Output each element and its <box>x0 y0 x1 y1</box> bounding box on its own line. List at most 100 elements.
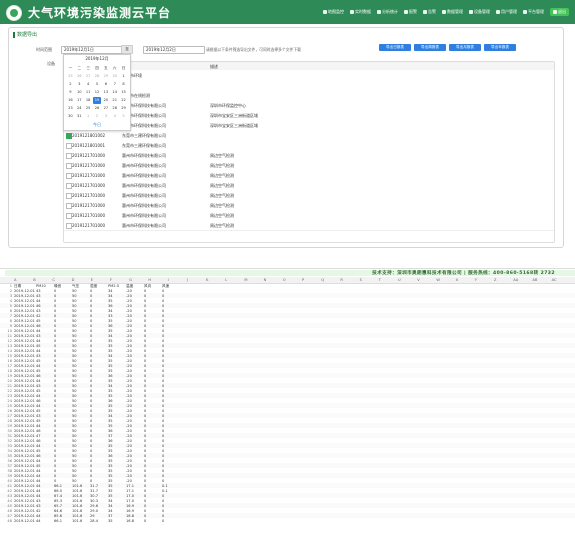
sheet-cell[interactable]: 0 <box>162 384 164 388</box>
calendar-today-button[interactable]: 今日 <box>64 122 130 128</box>
sheet-cell[interactable]: 0 <box>162 504 164 508</box>
sheet-cell[interactable]: 35 <box>108 449 113 453</box>
sheet-cell[interactable]: 2019-12-01 <box>14 469 35 473</box>
sheet-cell[interactable]: 44 <box>36 469 41 473</box>
sheet-cell[interactable]: 35 <box>108 479 113 483</box>
sheet-cell[interactable]: 0 <box>90 349 92 353</box>
sheet-cell[interactable]: 2019-12-01 <box>14 324 35 328</box>
sheet-cell[interactable]: 50 <box>72 389 77 393</box>
sheet-cell[interactable]: -20 <box>126 324 132 328</box>
sheet-cell[interactable]: 0 <box>54 359 56 363</box>
sheet-cell[interactable]: 35 <box>108 299 113 303</box>
sheet-cell[interactable]: 2019-12-01 <box>14 494 35 498</box>
sheet-cell[interactable]: 44 <box>36 339 41 343</box>
sheet-cell[interactable]: 0 <box>162 424 164 428</box>
sheet-cell[interactable]: 0 <box>162 339 164 343</box>
sheet-cell[interactable]: 0 <box>162 469 164 473</box>
sheet-cell[interactable]: 0 <box>54 354 56 358</box>
column-letter[interactable]: G <box>129 278 132 282</box>
calendar-day[interactable]: 22 <box>119 97 128 104</box>
sheet-cell[interactable]: 33 <box>108 314 113 318</box>
sheet-cell[interactable]: 50 <box>72 309 77 313</box>
calendar-day[interactable]: 29 <box>101 73 110 80</box>
date-from-input[interactable]: 2019年12月1日 <box>61 46 123 54</box>
sheet-cell[interactable]: 50 <box>72 359 77 363</box>
sheet-cell[interactable]: 45 <box>36 419 41 423</box>
column-letter[interactable]: J <box>187 278 188 282</box>
sheet-cell[interactable]: 0 <box>54 444 56 448</box>
sheet-cell[interactable]: 0 <box>144 399 146 403</box>
sheet-cell[interactable]: 50 <box>72 349 77 353</box>
sheet-cell[interactable]: 66.1 <box>54 519 62 523</box>
sheet-cell[interactable]: 17.1 <box>126 484 134 488</box>
sheet-cell[interactable]: 0 <box>90 334 92 338</box>
sheet-cell[interactable]: 0 <box>162 359 164 363</box>
column-letter[interactable]: P <box>302 278 304 282</box>
sheet-cell[interactable]: 35 <box>108 474 113 478</box>
sheet-cell[interactable]: 0 <box>90 389 92 393</box>
sheet-cell[interactable]: 50 <box>72 354 77 358</box>
sheet-cell[interactable]: 0 <box>54 294 56 298</box>
sheet-cell[interactable]: 35 <box>108 359 113 363</box>
sheet-cell[interactable]: 0 <box>162 349 164 353</box>
calendar-day[interactable]: 9 <box>66 89 75 96</box>
sheet-cell[interactable]: 44 <box>36 494 41 498</box>
sheet-cell[interactable]: 50 <box>72 339 77 343</box>
sheet-cell[interactable]: -20 <box>126 309 132 313</box>
sheet-cell[interactable]: 0 <box>54 374 56 378</box>
sheet-cell[interactable]: -20 <box>126 434 132 438</box>
sheet-cell[interactable]: -20 <box>126 359 132 363</box>
sheet-cell[interactable]: -20 <box>126 474 132 478</box>
column-letter[interactable]: D <box>72 278 75 282</box>
sheet-cell[interactable]: 0 <box>54 464 56 468</box>
sheet-cell[interactable]: 50 <box>72 304 77 308</box>
sheet-cell[interactable]: 35 <box>108 389 113 393</box>
calendar-day[interactable]: 27 <box>101 105 110 112</box>
sheet-cell[interactable]: 0 <box>162 419 164 423</box>
sheet-cell[interactable]: 2019-12-01 <box>14 349 35 353</box>
sheet-cell[interactable]: 44 <box>36 519 41 523</box>
sheet-cell[interactable]: -20 <box>126 364 132 368</box>
column-letter[interactable]: Y <box>475 278 477 282</box>
sheet-cell[interactable]: 0 <box>162 354 164 358</box>
sheet-cell[interactable]: 44 <box>36 489 41 493</box>
column-letter[interactable]: O <box>283 278 286 282</box>
sheet-cell[interactable]: 44 <box>36 424 41 428</box>
nav-item-3[interactable]: 报警 <box>404 8 417 16</box>
sheet-cell[interactable]: 0 <box>144 509 146 513</box>
device-row[interactable]: 2019121701000 惠州市环保科技有限公司 周边空气检测 <box>64 220 554 231</box>
sheet-cell[interactable]: 2019-12-01 <box>14 359 35 363</box>
nav-item-5[interactable]: 数据管理 <box>442 8 463 16</box>
sheet-cell[interactable]: 0 <box>162 369 164 373</box>
sheet-cell[interactable]: 50 <box>72 469 77 473</box>
sheet-cell[interactable]: 0 <box>90 344 92 348</box>
sheet-cell[interactable]: -20 <box>126 454 132 458</box>
sheet-cell[interactable]: 0 <box>90 459 92 463</box>
sheet-cell[interactable]: 101.6 <box>72 489 82 493</box>
sheet-cell[interactable]: -20 <box>126 354 132 358</box>
calendar-day[interactable]: 21 <box>110 97 119 104</box>
sheet-cell[interactable]: 44 <box>36 349 41 353</box>
column-letter[interactable]: H <box>148 278 151 282</box>
sheet-cell[interactable]: 35 <box>108 484 113 488</box>
sheet-cell[interactable]: 0 <box>54 349 56 353</box>
sheet-cell[interactable]: 0 <box>144 419 146 423</box>
sheet-cell[interactable]: 0 <box>54 469 56 473</box>
sheet-cell[interactable]: 0 <box>54 339 56 343</box>
nav-item-1[interactable]: 实时数据 <box>350 8 371 16</box>
sheet-cell[interactable]: 2019-12-01 <box>14 439 35 443</box>
sheet-cell[interactable]: 29 <box>90 514 95 518</box>
sheet-cell[interactable]: 0 <box>90 329 92 333</box>
sheet-cell[interactable]: 0 <box>162 394 164 398</box>
sheet-cell[interactable]: 35 <box>108 344 113 348</box>
calendar-day[interactable]: 18 <box>84 97 93 104</box>
sheet-cell[interactable]: 50 <box>72 299 77 303</box>
sheet-cell[interactable]: 0 <box>54 474 56 478</box>
sheet-cell[interactable]: 2019-12-01 <box>14 484 35 488</box>
calendar-day[interactable]: 25 <box>66 73 75 80</box>
sheet-cell[interactable]: 0 <box>90 359 92 363</box>
nav-item-8[interactable]: 平台管理 <box>523 8 544 16</box>
sheet-cell[interactable]: 101.6 <box>72 484 82 488</box>
sheet-cell[interactable]: 2019-12-01 <box>14 389 35 393</box>
sheet-cell[interactable]: 0 <box>90 289 92 293</box>
